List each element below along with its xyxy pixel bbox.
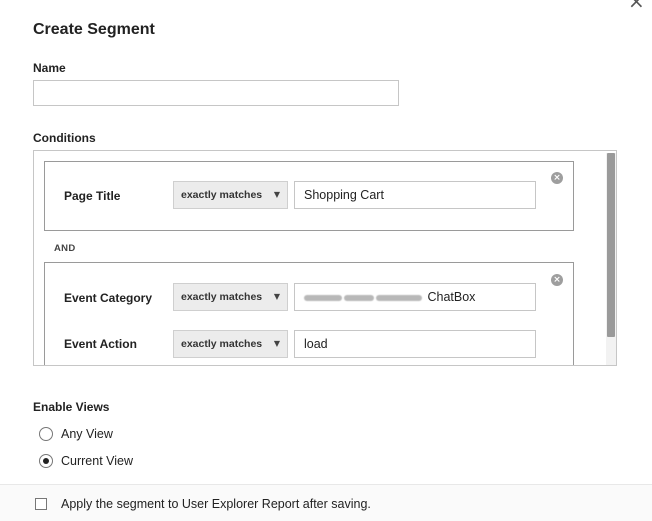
radio-label: Current View <box>61 454 134 468</box>
radio-current-view[interactable]: Current View <box>39 453 239 471</box>
apply-to-user-explorer-checkbox[interactable] <box>35 498 47 510</box>
close-icon[interactable]: × <box>628 0 645 11</box>
condition-group-2: Event Category exactly matches ▼ ChatBox… <box>44 262 574 365</box>
dialog-title: Create Segment <box>33 21 155 38</box>
radio-label: Any View <box>61 427 113 441</box>
condition-value: Shopping Cart <box>304 188 384 202</box>
and-separator: AND <box>54 243 76 254</box>
condition-group-1: Page Title exactly matches ▼ Shopping Ca… <box>44 161 574 231</box>
condition-value: ChatBox <box>427 290 476 304</box>
dimension-label: Event Action <box>64 337 137 351</box>
operator-label: exactly matches <box>181 189 263 201</box>
apply-to-user-explorer-label: Apply the segment to User Explorer Repor… <box>61 497 371 511</box>
conditions-panel: Page Title exactly matches ▼ Shopping Ca… <box>33 150 617 366</box>
chevron-down-icon: ▼ <box>273 292 280 301</box>
radio-button[interactable] <box>39 427 53 441</box>
remove-condition-icon[interactable]: × <box>551 274 563 286</box>
dimension-label: Event Category <box>64 291 153 305</box>
conditions-label: Conditions <box>33 131 96 145</box>
segment-name-input[interactable] <box>33 80 399 106</box>
chevron-down-icon: ▼ <box>273 190 280 199</box>
condition-value: load <box>304 337 328 351</box>
dimension-label: Page Title <box>64 189 121 203</box>
operator-dropdown[interactable]: exactly matches ▼ <box>173 181 288 209</box>
radio-any-view[interactable]: Any View <box>39 426 239 444</box>
operator-dropdown[interactable]: exactly matches ▼ <box>173 283 288 311</box>
operator-dropdown[interactable]: exactly matches ▼ <box>173 330 288 358</box>
name-label: Name <box>33 61 66 75</box>
condition-value-input[interactable]: Shopping Cart <box>294 181 536 209</box>
radio-button-selected[interactable] <box>39 454 53 468</box>
remove-condition-icon[interactable]: × <box>551 172 563 184</box>
condition-value-input[interactable]: ChatBox <box>294 283 536 311</box>
scrollbar-thumb[interactable] <box>607 153 615 337</box>
operator-label: exactly matches <box>181 291 263 303</box>
condition-value-input[interactable]: load <box>294 330 536 358</box>
dialog-footer: Apply the segment to User Explorer Repor… <box>0 484 652 521</box>
chevron-down-icon: ▼ <box>273 339 280 348</box>
operator-label: exactly matches <box>181 338 263 350</box>
enable-views-label: Enable Views <box>33 400 110 414</box>
redacted-text <box>304 290 427 304</box>
